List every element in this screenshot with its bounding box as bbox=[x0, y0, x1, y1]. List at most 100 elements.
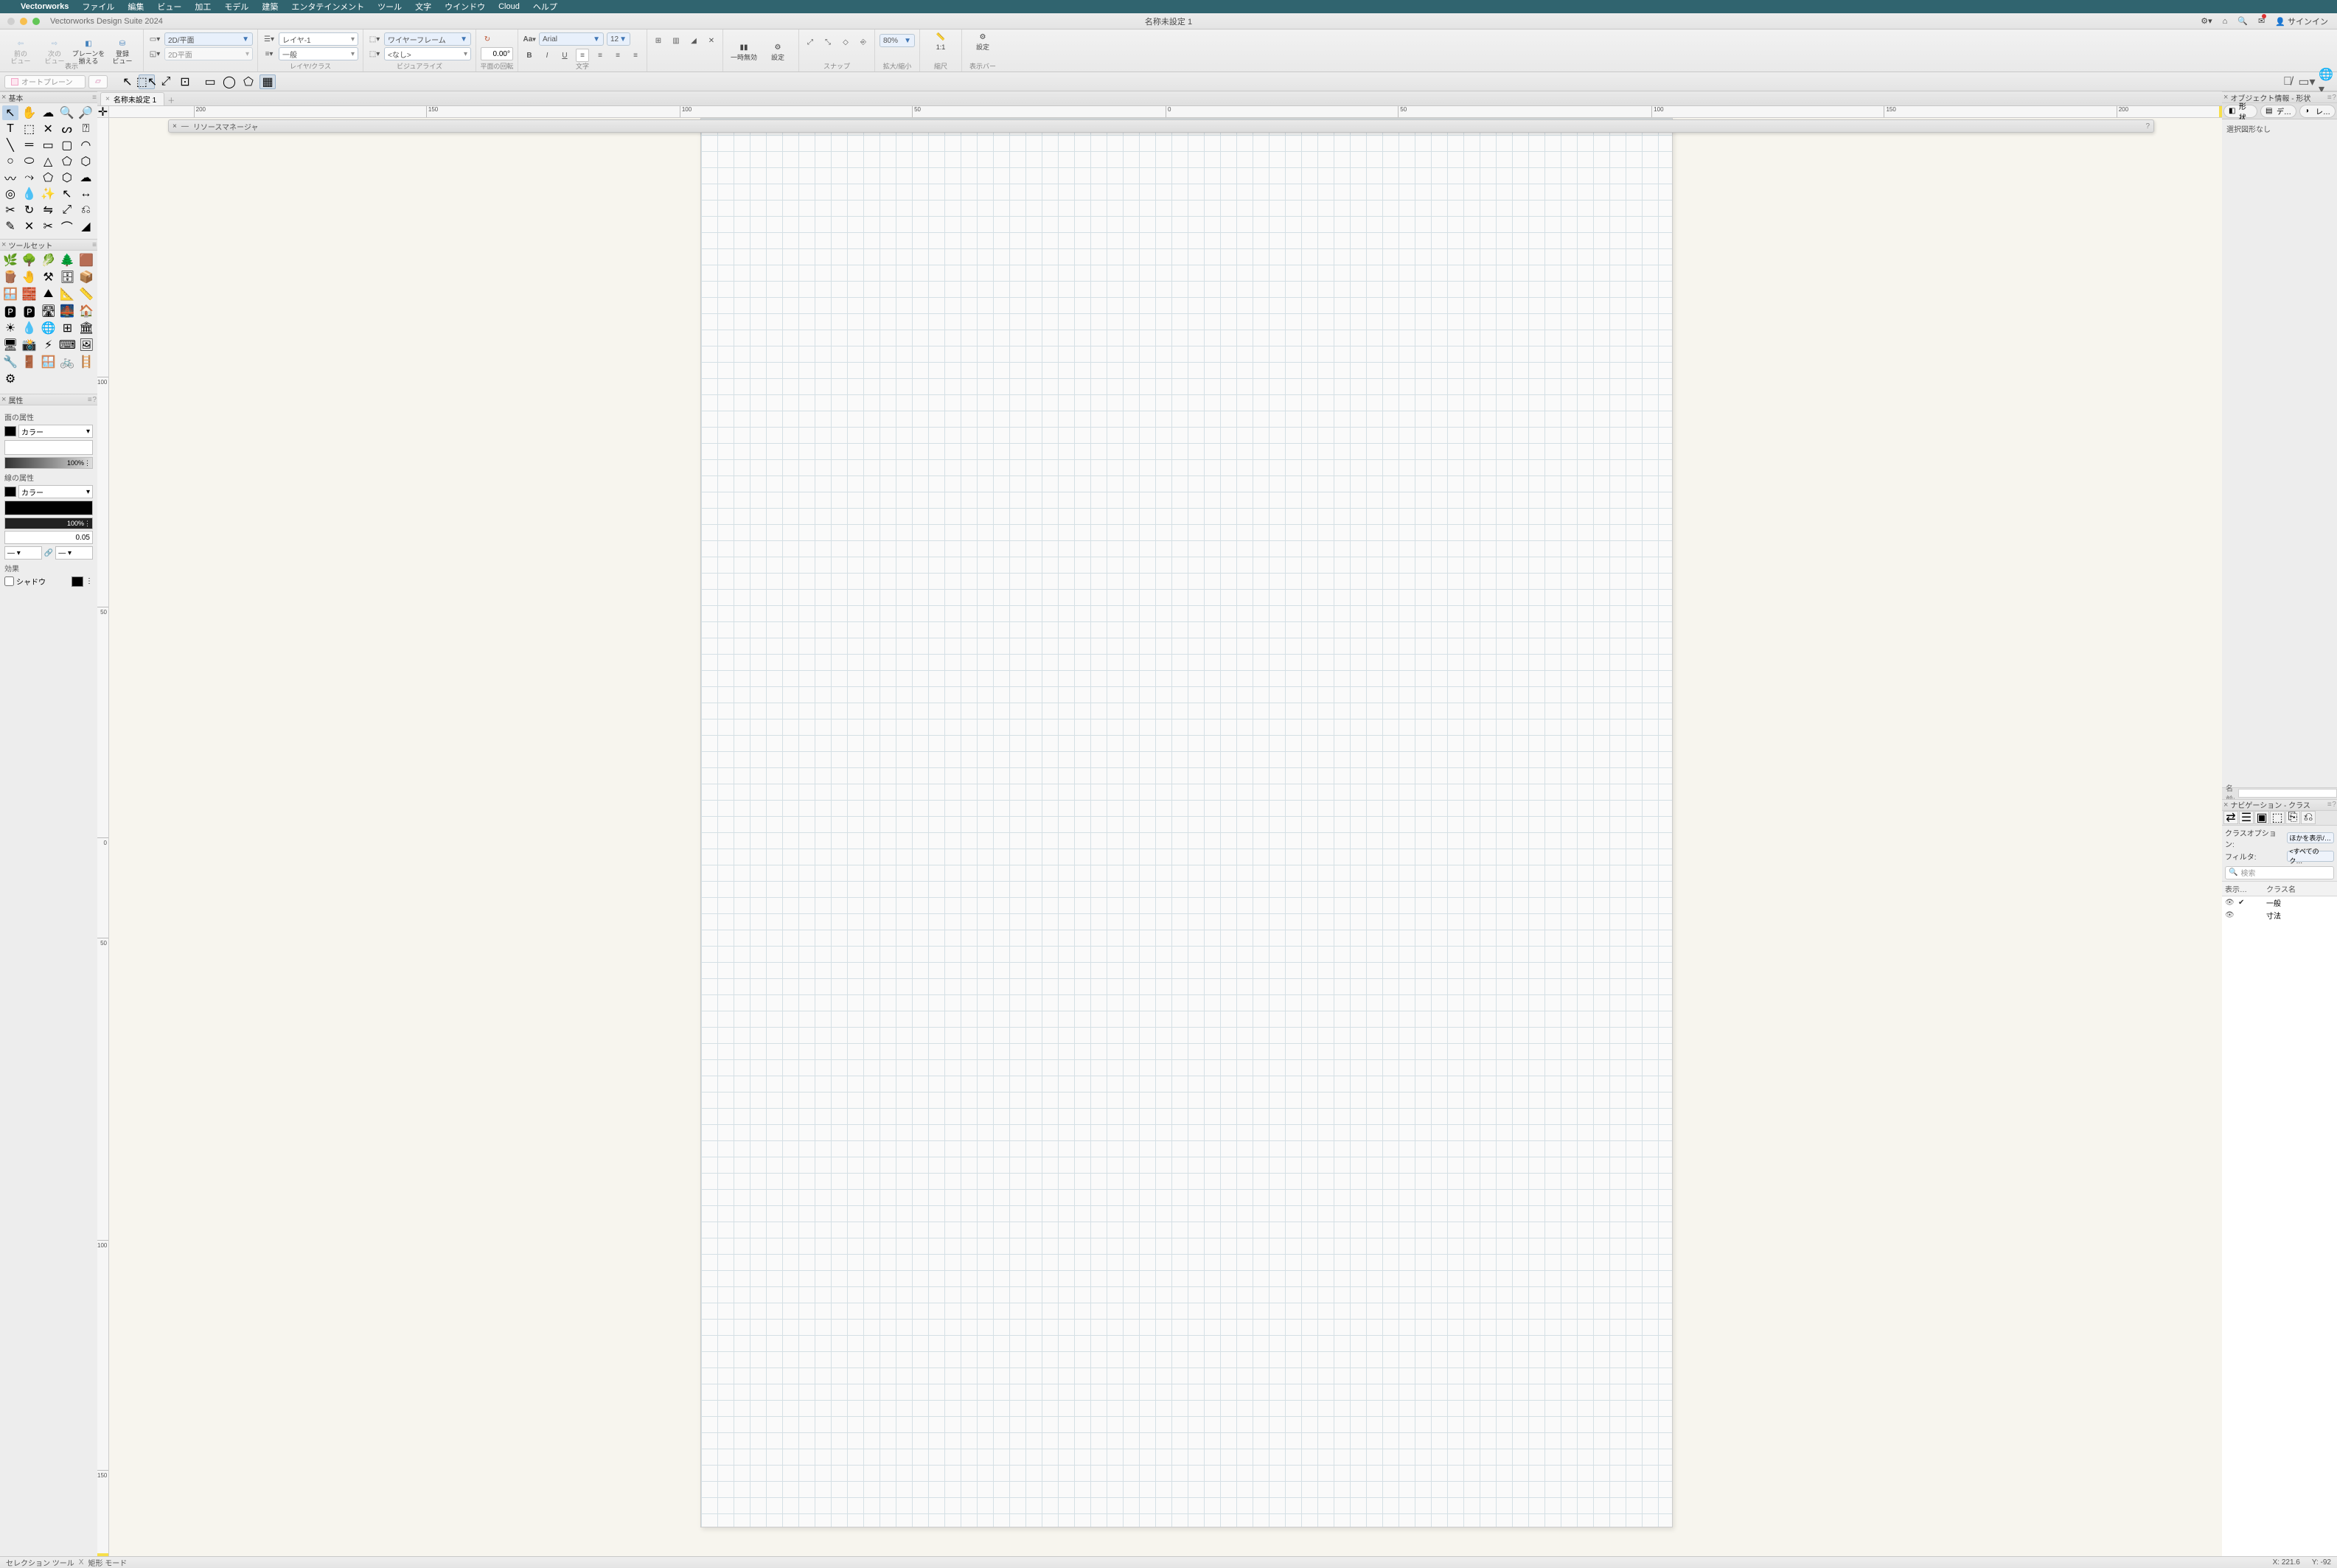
ts-path[interactable]: 🧱 bbox=[21, 287, 38, 302]
basic-palette-title[interactable]: × 基本 ≡ bbox=[0, 91, 97, 103]
rect-tool[interactable]: ▭ bbox=[40, 138, 56, 153]
ts-plant[interactable]: 🌿 bbox=[2, 253, 18, 268]
align-right-button[interactable]: ≡ bbox=[611, 49, 624, 62]
status-close-icon[interactable]: X bbox=[79, 1558, 84, 1567]
nav-palette-title[interactable]: × ナビゲーション - クラス ≡ ? bbox=[2222, 799, 2337, 811]
ts-leaf[interactable]: 🥬 bbox=[41, 253, 57, 268]
attribute-tool[interactable]: ✎ bbox=[2, 219, 18, 234]
menu-modify[interactable]: 加工 bbox=[195, 1, 211, 13]
callout-tool[interactable]: ⍰ bbox=[77, 122, 94, 136]
ts-tool[interactable]: 🔧 bbox=[2, 355, 18, 369]
visibility-icon[interactable]: 👁̸ bbox=[2281, 75, 2294, 88]
snap-settings-button[interactable]: ⚙︎ 設定 bbox=[762, 41, 794, 61]
line-end-select[interactable]: — ▾ bbox=[55, 546, 93, 560]
collapse-icon[interactable]: — bbox=[181, 122, 189, 130]
attributes-palette-title[interactable]: × 属性 ≡ ? bbox=[0, 394, 97, 405]
fill-preview[interactable] bbox=[4, 440, 93, 455]
ts-park2[interactable]: 🅿︎ bbox=[21, 304, 38, 318]
ts-flash[interactable]: 📸 bbox=[21, 338, 38, 352]
ts-sun[interactable]: ☀︎ bbox=[2, 321, 18, 335]
tab-data[interactable]: ▤デ… bbox=[2260, 105, 2296, 118]
nav-search[interactable]: 🔍 検索 bbox=[2225, 866, 2334, 879]
class-icon[interactable]: ≡▾ bbox=[262, 47, 276, 60]
sel-mode-2[interactable]: ⬚↖︎ bbox=[139, 74, 155, 89]
menu-window[interactable]: ウインドウ bbox=[445, 1, 485, 13]
ruler-horizontal[interactable]: 200 150 100 50 0 50 100 150 200 bbox=[109, 106, 2222, 118]
ts-key[interactable]: ⌨︎ bbox=[59, 338, 75, 352]
render-icon[interactable]: ⬚▾ bbox=[368, 32, 381, 46]
zoom-out-tool[interactable]: 🔎 bbox=[77, 105, 94, 120]
zoom-select[interactable]: 80%▼ bbox=[880, 34, 915, 47]
grip-icon[interactable]: ≡ bbox=[92, 94, 96, 102]
ts-globe[interactable]: 🌐 bbox=[41, 321, 57, 335]
menu-model[interactable]: モデル bbox=[224, 1, 248, 13]
circle-tool[interactable]: ○ bbox=[2, 154, 18, 169]
class-item-general[interactable]: 👁 ✔︎ 一般 bbox=[2222, 896, 2337, 909]
doc-tab-1[interactable]: × 名称未設定 1 bbox=[100, 92, 164, 105]
ts-aux1[interactable]: ⚒ bbox=[41, 270, 57, 285]
scissors-tool[interactable]: ✂ bbox=[40, 219, 56, 234]
clear-icon[interactable]: ✕ bbox=[705, 34, 718, 47]
menu-tools[interactable]: ツール bbox=[377, 1, 402, 13]
ts-site3[interactable]: 📏 bbox=[78, 287, 94, 302]
nav-btn-4[interactable]: ⬚ bbox=[2270, 811, 2285, 824]
ts-gear2[interactable]: ⚙︎ bbox=[2, 372, 18, 386]
rotation-input[interactable] bbox=[481, 47, 513, 60]
nav-btn-3[interactable]: ▣ bbox=[2254, 811, 2269, 824]
home-icon[interactable]: ⌂ bbox=[2223, 17, 2228, 26]
move-tool[interactable]: ↔ bbox=[77, 187, 94, 201]
double-line-tool[interactable]: ═ bbox=[21, 138, 38, 153]
fill-opacity-slider[interactable]: 100% ⋮ bbox=[4, 457, 93, 469]
close-icon[interactable]: × bbox=[173, 122, 177, 130]
font-size-select[interactable]: 12▼ bbox=[607, 32, 630, 46]
flyover-tool[interactable]: ☁︎ bbox=[40, 105, 56, 120]
close-icon[interactable]: × bbox=[1, 240, 6, 249]
col-classname[interactable]: クラス名 bbox=[2263, 882, 2337, 896]
eye-icon[interactable]: 👁 bbox=[2225, 911, 2234, 919]
box-dropdown-icon[interactable]: ▭▾ bbox=[2300, 75, 2313, 88]
ts-pic[interactable]: 🖼 bbox=[78, 338, 94, 352]
name-input[interactable] bbox=[2238, 789, 2337, 798]
lasso-tool[interactable]: ᔕ bbox=[59, 122, 75, 136]
mirror-tool[interactable]: ⇋ bbox=[40, 203, 56, 217]
freehand-tool[interactable]: 〰 bbox=[2, 170, 18, 185]
nav-btn-5[interactable]: ⎘ bbox=[2285, 811, 2300, 824]
ts-aux2[interactable]: 🗄 bbox=[59, 270, 75, 285]
spiral-tool[interactable]: ◎ bbox=[2, 187, 18, 201]
sel-mode-4[interactable]: ⊡ bbox=[177, 74, 193, 89]
fill-type-select[interactable]: カラー▾ bbox=[18, 425, 93, 438]
shape-mode-wall[interactable]: ▦ bbox=[260, 74, 276, 89]
ts-grid[interactable]: ⊞ bbox=[59, 321, 75, 335]
nav-btn-6[interactable]: ⎌ bbox=[2301, 811, 2316, 824]
ts-aux3[interactable]: 📦 bbox=[78, 270, 94, 285]
snap1-icon[interactable]: ⤢ bbox=[804, 35, 817, 49]
hexagon-tool[interactable]: ⬡ bbox=[59, 170, 75, 185]
ts-house[interactable]: 🏠 bbox=[78, 304, 94, 318]
tab-render[interactable]: ◑レ… bbox=[2299, 105, 2336, 118]
line-start-select[interactable]: — ▾ bbox=[4, 546, 42, 560]
close-icon[interactable]: × bbox=[2223, 801, 2228, 809]
menu-edit[interactable]: 編集 bbox=[128, 1, 144, 13]
tab-shape[interactable]: ◧形状 bbox=[2223, 105, 2257, 118]
ts-bridge[interactable]: 🌉 bbox=[59, 304, 75, 318]
ts-site2[interactable]: 📐 bbox=[59, 287, 75, 302]
bold-button[interactable]: B bbox=[523, 49, 536, 62]
nav-btn-2[interactable]: ☰ bbox=[2239, 811, 2254, 824]
pan-tool[interactable]: ✋ bbox=[21, 105, 38, 120]
shadow-menu-icon[interactable]: ⋮ bbox=[86, 577, 93, 585]
ts-stair[interactable]: 🪜 bbox=[78, 355, 94, 369]
filter-select[interactable]: <すべてのク… bbox=[2287, 851, 2334, 862]
chamfer-tool[interactable]: ◢ bbox=[77, 219, 94, 234]
offset-tool[interactable]: ⎌ bbox=[77, 203, 94, 217]
grip-icon[interactable]: ≡ ? bbox=[88, 396, 96, 404]
grip-icon[interactable]: ≡ ? bbox=[2327, 801, 2336, 809]
line-weight-input[interactable]: 0.05 bbox=[4, 531, 93, 544]
close-icon[interactable]: × bbox=[1, 395, 6, 404]
search-icon[interactable]: 🔍 bbox=[2237, 16, 2248, 26]
window-zoom-button[interactable] bbox=[32, 18, 40, 25]
dim-icon[interactable]: ⊞ bbox=[652, 34, 665, 47]
italic-button[interactable]: I bbox=[540, 49, 554, 62]
canvas[interactable]: × — リソースマネージャ ? bbox=[109, 118, 2222, 1556]
ts-site1[interactable]: ⛰ bbox=[41, 287, 57, 302]
font-select[interactable]: Arial▼ bbox=[539, 32, 604, 46]
